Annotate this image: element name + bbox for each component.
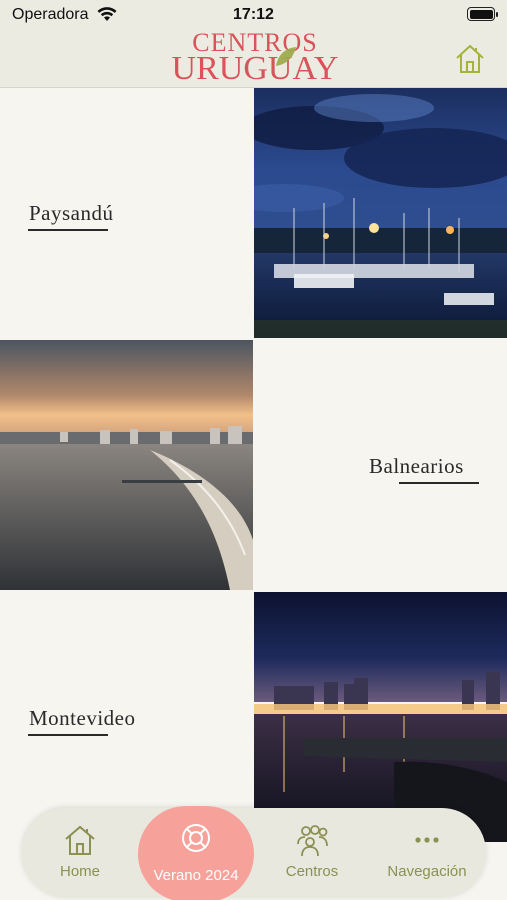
- destinations-grid: Paysandú Balnearios Montevideo: [0, 88, 507, 844]
- destination-label: Paysandú: [29, 201, 114, 225]
- bottom-tab-bar: Home Verano 2024 Centros Navegación: [22, 806, 486, 900]
- tab-verano-2024[interactable]: Verano 2024: [138, 806, 254, 900]
- app-header: CENTROS URUGUAY: [0, 30, 507, 88]
- leaf-icon: [276, 47, 296, 66]
- photo-beach-sunset[interactable]: [0, 340, 253, 590]
- people-icon: [297, 825, 328, 857]
- destination-card-montevideo[interactable]: Montevideo: [0, 592, 253, 842]
- tab-label: Navegación: [387, 863, 467, 880]
- destination-label: Montevideo: [29, 706, 136, 730]
- logo-line-2: URUGUAY: [171, 50, 339, 87]
- destination-card-balnearios[interactable]: Balnearios: [254, 340, 507, 590]
- tab-label: Centros: [285, 863, 339, 880]
- label-underline: [399, 482, 479, 484]
- more-dots-icon: [415, 837, 439, 843]
- tab-navegacion[interactable]: Navegación: [372, 808, 482, 898]
- destination-row-montevideo[interactable]: Montevideo: [0, 592, 507, 844]
- home-outline-icon[interactable]: [453, 42, 487, 76]
- tab-label: Verano 2024: [153, 867, 239, 884]
- destination-row-balnearios[interactable]: Balnearios: [0, 340, 507, 592]
- tab-centros[interactable]: Centros: [264, 808, 360, 898]
- city-night-image: [254, 592, 507, 842]
- destination-card-paysandu[interactable]: Paysandú: [0, 88, 253, 338]
- home-icon: [65, 825, 95, 855]
- photo-city-night[interactable]: [254, 592, 507, 842]
- clock: 17:12: [233, 6, 274, 23]
- destination-row-paysandu[interactable]: Paysandú: [0, 88, 507, 340]
- destination-label: Balnearios: [369, 454, 464, 478]
- photo-marina-night[interactable]: [254, 88, 507, 338]
- label-underline: [28, 734, 108, 736]
- tab-label: Home: [59, 863, 100, 880]
- battery-icon: [467, 7, 498, 21]
- marina-night-image: [254, 88, 507, 338]
- lifebuoy-icon: [182, 824, 210, 852]
- beach-sunset-image: [0, 340, 253, 590]
- label-underline: [28, 229, 108, 231]
- centros-uruguay-logo: CENTROS URUGUAY: [160, 30, 350, 88]
- tab-home[interactable]: Home: [32, 808, 128, 898]
